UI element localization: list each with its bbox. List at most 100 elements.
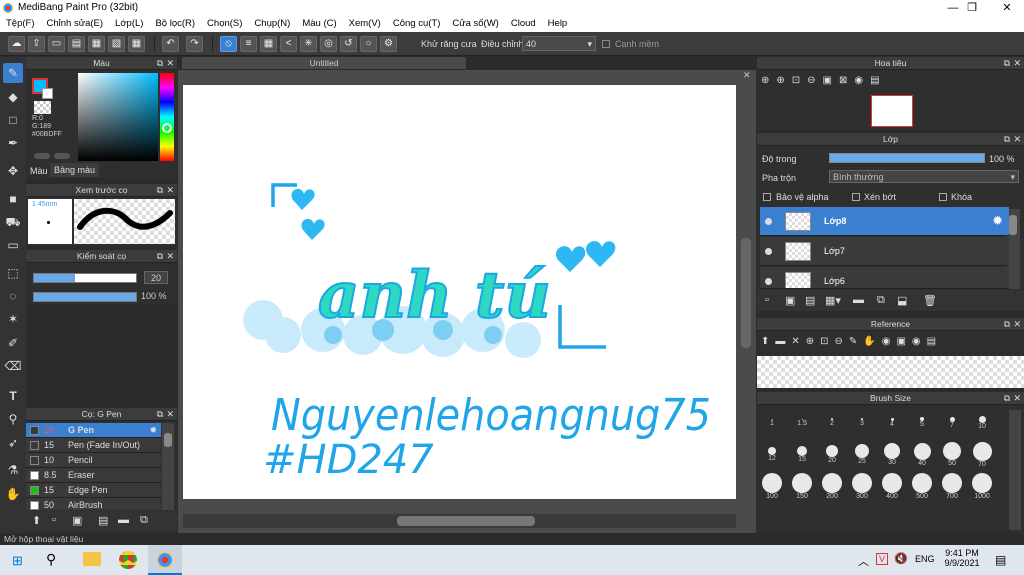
layer-opacity-slider[interactable] — [829, 153, 985, 163]
brush-settings-icon[interactable]: ▤ — [98, 514, 108, 527]
canvas-vscroll-thumb[interactable] — [741, 238, 751, 348]
brush-size-cell[interactable]: 300 — [847, 472, 877, 504]
brush-size-cell[interactable]: 1 — [757, 408, 787, 440]
reference-tools[interactable]: ⬆▬✕⊕⊡⊖✎✋◉▣◉▤ — [761, 336, 942, 347]
menu-edit[interactable]: Chỉnh sửa(E) — [41, 16, 110, 32]
search-icon[interactable]: ⚲ — [46, 551, 56, 568]
color-swap-button[interactable] — [54, 153, 70, 159]
eye-icon[interactable] — [765, 218, 772, 225]
cloud-icon[interactable]: ☁ — [8, 36, 25, 52]
menu-file[interactable]: Tệp(F) — [0, 16, 41, 32]
folder-icon[interactable]: ▬ — [853, 294, 864, 306]
close-icon[interactable]: ✕ — [1013, 318, 1021, 331]
navigator-tools[interactable]: ⊕⊕⊡⊖▣⊠◉▤ — [761, 75, 887, 86]
close-icon[interactable]: ✕ — [1013, 133, 1021, 146]
add-brush-icon[interactable]: ▣ — [72, 514, 82, 527]
clock[interactable]: 9:41 PM 9/9/2021 — [944, 548, 980, 568]
canvas-hscroll-thumb[interactable] — [397, 516, 535, 526]
magic-wand-tool-icon[interactable]: ✶ — [3, 309, 23, 329]
canvas[interactable]: anh tú Nguyenlehoangnug75 #HD247 — [183, 85, 736, 499]
scroll-thumb[interactable] — [164, 433, 172, 447]
windows-start-icon[interactable]: ⊞ — [12, 553, 23, 569]
chat-icon[interactable]: ▭ — [48, 36, 65, 52]
ellipse-snap-icon[interactable]: ○ — [360, 36, 377, 52]
divide-tool-icon[interactable]: ⚲ — [3, 409, 23, 429]
chrome-icon[interactable] — [119, 551, 137, 569]
comment-icon[interactable]: ▤ — [68, 36, 85, 52]
menu-layer[interactable]: Lớp(L) — [109, 16, 149, 32]
adjust-select[interactable]: 40 ▾ — [522, 36, 596, 51]
blur-tool-icon[interactable]: ✒ — [3, 133, 23, 153]
merge-layer-icon[interactable]: ⬓ — [897, 294, 907, 307]
brush-item-g-pen[interactable]: 20 G Pen ✹ — [26, 423, 161, 438]
clipping-checkbox[interactable] — [852, 193, 860, 201]
brush-size-cell[interactable]: 20 — [817, 440, 847, 472]
brush-size-cell[interactable]: 15 — [787, 440, 817, 472]
brush-item-edge-pen[interactable]: 15 Edge Pen — [26, 483, 161, 498]
float-icon[interactable]: ⧉ — [157, 184, 163, 197]
close-icon[interactable]: ✕ — [1013, 57, 1021, 70]
transparent-swatch[interactable] — [34, 101, 51, 114]
brush-size-cell[interactable]: 1000 — [967, 472, 997, 504]
brush-size-scrollbar[interactable] — [1009, 410, 1021, 530]
brush-list-scrollbar[interactable] — [162, 423, 174, 510]
curve-snap-icon[interactable]: ↺ — [340, 36, 357, 52]
menu-snap[interactable]: Chụp(N) — [248, 16, 296, 32]
page-icon[interactable]: ▦ — [88, 36, 105, 52]
float-icon[interactable]: ⧉ — [157, 250, 163, 263]
add-layer-menu-icon[interactable]: ▦▾ — [825, 294, 841, 307]
new-brush-icon[interactable]: ▫ — [52, 514, 56, 526]
radial-snap-icon[interactable]: ✳ — [300, 36, 317, 52]
menu-tools[interactable]: Công cụ(T) — [387, 16, 447, 32]
fill-rect-tool-icon[interactable]: ■ — [3, 189, 23, 209]
scroll-thumb[interactable] — [1009, 215, 1017, 235]
maximize-button[interactable]: ❐ — [955, 0, 989, 16]
close-icon[interactable]: ✕ — [166, 57, 174, 70]
select-pen-tool-icon[interactable]: ✐ — [3, 333, 23, 353]
brush-size-cell[interactable]: 7 — [937, 408, 967, 440]
brush-opacity-slider[interactable] — [33, 292, 137, 302]
select-eraser-tool-icon[interactable]: ⌫ — [3, 356, 23, 376]
canvas-close-icon[interactable]: ✕ — [743, 70, 751, 81]
language-indicator[interactable]: ENG — [915, 554, 935, 564]
brush-size-cell[interactable]: 4 — [877, 408, 907, 440]
volume-mute-icon[interactable]: 🔇 — [894, 552, 908, 565]
brush-size-cell[interactable]: 50 — [937, 440, 967, 472]
brush-size-cell[interactable]: 12 — [757, 440, 787, 472]
eraser-tool-icon[interactable]: ◆ — [3, 87, 23, 107]
brush-size-cell[interactable]: 5 — [907, 408, 937, 440]
bucket-tool-icon[interactable]: ⛟ — [3, 212, 23, 232]
color-mode-button[interactable] — [34, 153, 50, 159]
secondary-color-swatch[interactable] — [42, 88, 53, 99]
brush-size-cell[interactable]: 30 — [877, 440, 907, 472]
brush-size-cell[interactable]: 100 — [757, 472, 787, 504]
select-rect-tool-icon[interactable]: ⬚ — [3, 263, 23, 283]
soft-edge-checkbox[interactable] — [602, 40, 610, 48]
brush-size-cell[interactable]: 40 — [907, 440, 937, 472]
float-icon[interactable]: ⧉ — [1004, 318, 1010, 331]
eyedropper-tool-icon[interactable]: ⚗ — [3, 460, 23, 480]
undo-icon[interactable]: ↶ — [162, 36, 179, 52]
navigator-thumbnail[interactable] — [871, 95, 913, 127]
new-layer-icon[interactable]: ▫ — [765, 294, 769, 306]
duplicate-icon[interactable]: ⧉ — [140, 514, 148, 527]
move-tool-icon[interactable]: ✥ — [3, 161, 23, 181]
vanishing-snap-icon[interactable]: < — [280, 36, 297, 52]
brush-size-cell[interactable]: 10 — [967, 408, 997, 440]
menu-color[interactable]: Màu (C) — [296, 16, 342, 32]
dot-tool-icon[interactable]: □ — [3, 110, 23, 130]
folder-icon[interactable]: ▬ — [118, 514, 129, 526]
blend-select[interactable]: Bình thường ▾ — [829, 170, 1019, 183]
menu-select[interactable]: Chọn(S) — [201, 16, 248, 32]
brush-size-cell[interactable]: 3 — [847, 408, 877, 440]
lasso-tool-icon[interactable]: ◌ — [3, 286, 23, 306]
canvas-hscrollbar[interactable] — [183, 514, 736, 528]
cloud-brush-icon[interactable]: ⬆ — [32, 514, 41, 527]
gear-icon[interactable]: ✹ — [149, 423, 157, 438]
new-halftone-layer-icon[interactable]: ▣ — [785, 294, 795, 307]
document-tab[interactable]: Untitled — [182, 57, 466, 69]
brush-size-cell[interactable]: 70 — [967, 440, 997, 472]
float-icon[interactable]: ⧉ — [157, 57, 163, 70]
float-icon[interactable]: ⧉ — [1004, 133, 1010, 146]
menu-filter[interactable]: Bộ lọc(R) — [149, 16, 201, 32]
